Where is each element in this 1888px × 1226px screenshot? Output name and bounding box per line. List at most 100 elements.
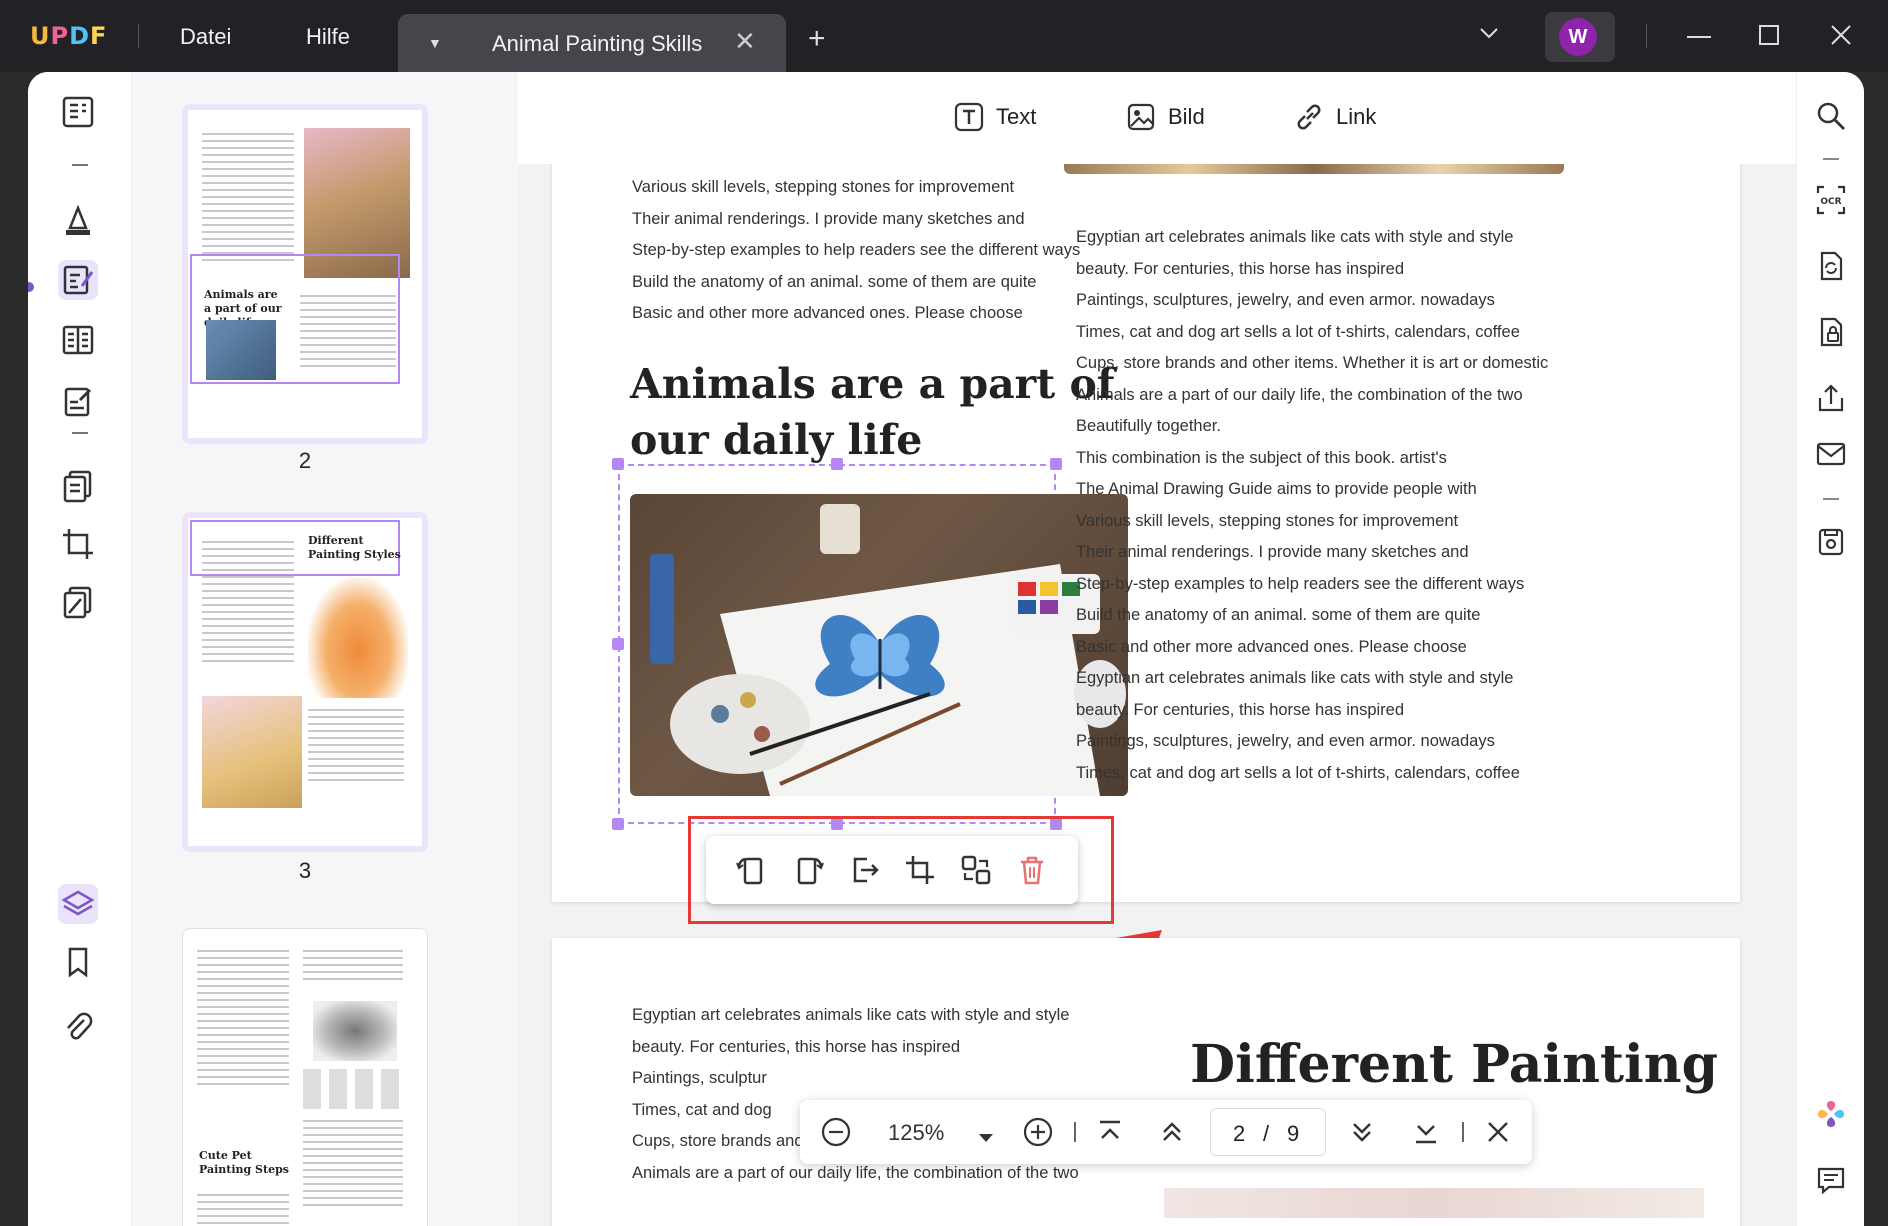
thumbnail-page-2[interactable]: Animals are a part of our daily life: [182, 104, 428, 444]
minimize-icon[interactable]: [1686, 24, 1712, 57]
menu-datei[interactable]: Datei: [180, 24, 231, 50]
tools-icon[interactable]: [58, 582, 98, 622]
thumbnail-dog-image: [313, 1001, 397, 1061]
menu-hilfe[interactable]: Hilfe: [306, 24, 350, 50]
active-indicator: [28, 282, 34, 292]
previous-page-icon[interactable]: [1158, 1118, 1186, 1152]
next-page-icon[interactable]: [1348, 1118, 1376, 1152]
left-separator: [72, 164, 88, 166]
search-icon[interactable]: [1813, 98, 1849, 134]
bookmark-icon[interactable]: [58, 942, 98, 982]
add-link-label: Link: [1336, 104, 1377, 129]
delete-image-icon[interactable]: [1004, 845, 1060, 895]
text-icon: [954, 102, 984, 132]
edit-pdf-icon[interactable]: [58, 260, 98, 300]
current-page: 2: [1233, 1121, 1246, 1146]
maximize-icon[interactable]: [1758, 24, 1780, 53]
add-image-label: Bild: [1168, 104, 1205, 129]
title-bar: UPDF Datei Hilfe ▼ Animal Painting Skill…: [0, 0, 1888, 72]
comment-icon[interactable]: [58, 200, 98, 240]
add-text-label: Text: [996, 104, 1037, 129]
image-icon: [1127, 103, 1155, 131]
right-toolbar: OCR: [1796, 72, 1864, 1226]
attachment-icon[interactable]: [58, 1006, 98, 1046]
rotate-left-icon[interactable]: [724, 845, 780, 895]
save-icon[interactable]: [1813, 524, 1849, 560]
last-page-icon[interactable]: [1412, 1118, 1440, 1152]
thumbnail-text-lines: [300, 290, 396, 372]
comments-panel-icon[interactable]: [1813, 1162, 1849, 1198]
add-text-button[interactable]: Text: [954, 102, 1036, 132]
crop-pages-icon[interactable]: [58, 524, 98, 564]
pdf-page-2: Various skill levels, stepping stones fo…: [552, 160, 1740, 902]
thumbnail-text-lines: [202, 536, 294, 667]
extract-image-icon[interactable]: [836, 845, 892, 895]
left-column-text[interactable]: Various skill levels, stepping stones fo…: [632, 172, 1080, 330]
fill-sign-icon[interactable]: [58, 382, 98, 422]
zoom-level[interactable]: 125%: [888, 1120, 944, 1146]
thumbnail-art-supplies-image: [202, 696, 302, 808]
resize-handle[interactable]: [1050, 458, 1062, 470]
first-page-icon[interactable]: [1096, 1118, 1124, 1152]
document-view: Various skill levels, stepping stones fo…: [518, 72, 1796, 1226]
document-tab[interactable]: ▼ Animal Painting Skills ✕: [398, 14, 786, 72]
page-number-input[interactable]: 2 / 9: [1210, 1108, 1326, 1156]
ocr-icon[interactable]: OCR: [1813, 182, 1849, 218]
right-separator: [1823, 158, 1839, 160]
reader-icon[interactable]: [58, 92, 98, 132]
email-icon[interactable]: [1813, 436, 1849, 472]
thumbnail-text-lines: [197, 1189, 289, 1226]
left-separator: [72, 432, 88, 434]
thumbnail-text-lines: [303, 945, 403, 985]
convert-icon[interactable]: [1813, 248, 1849, 284]
thumbnail-butterfly-image: [206, 320, 276, 380]
thumbnail-page-3[interactable]: Different Painting Styles: [182, 512, 428, 852]
title-separator: [138, 24, 139, 48]
thumbnail-page-4[interactable]: Cute Pet Painting Steps: [182, 928, 428, 1226]
right-column-text[interactable]: Egyptian art celebrates animals like cat…: [1076, 222, 1548, 789]
zoom-dropdown-icon[interactable]: [978, 1124, 994, 1150]
thumbnail-page-surface: Different Painting Styles: [188, 518, 422, 846]
thumbnail-heading: Cute Pet Painting Steps: [199, 1149, 289, 1176]
replace-image-icon[interactable]: [948, 845, 1004, 895]
protect-icon[interactable]: [1813, 314, 1849, 350]
add-link-button[interactable]: Link: [1294, 102, 1376, 132]
thumbnail-fox-image: [308, 578, 408, 698]
thumbnail-page-number: 3: [298, 858, 312, 883]
thumbnail-page-surface: Animals are a part of our daily life: [188, 110, 422, 438]
new-tab-icon[interactable]: +: [808, 22, 826, 56]
app-window: Animals are a part of our daily life 2 D…: [28, 72, 1864, 1226]
tab-close-icon[interactable]: ✕: [734, 26, 756, 57]
thumbnail-page-number: 2: [298, 448, 312, 473]
thumbnail-text-lines: [308, 704, 404, 786]
page-layout-icon[interactable]: [58, 320, 98, 360]
page-image: [1164, 1188, 1704, 1218]
resize-handle[interactable]: [612, 638, 624, 650]
share-icon[interactable]: [1813, 380, 1849, 416]
close-navigation-icon[interactable]: [1486, 1120, 1510, 1150]
ai-assistant-icon[interactable]: [1813, 1096, 1849, 1132]
nav-separator: [1074, 1122, 1076, 1142]
account-button[interactable]: W: [1545, 12, 1615, 62]
resize-handle[interactable]: [831, 458, 843, 470]
rotate-right-icon[interactable]: [780, 845, 836, 895]
link-icon: [1297, 104, 1321, 130]
layers-icon[interactable]: [58, 884, 98, 924]
zoom-out-icon[interactable]: [820, 1116, 852, 1154]
resize-handle[interactable]: [612, 458, 624, 470]
svg-text:OCR: OCR: [1820, 197, 1841, 207]
tab-dropdown-icon[interactable]: ▼: [428, 35, 442, 51]
zoom-in-icon[interactable]: [1022, 1116, 1054, 1154]
avatar: W: [1559, 18, 1597, 56]
resize-handle[interactable]: [612, 818, 624, 830]
crop-image-icon[interactable]: [892, 845, 948, 895]
thumbnail-text-lines: [202, 128, 294, 266]
page-heading[interactable]: Animals are a part of our daily life: [630, 356, 1114, 468]
page-heading[interactable]: Different Painting: [1190, 1034, 1718, 1095]
butterfly-painting-image[interactable]: [630, 494, 1128, 796]
close-window-icon[interactable]: [1830, 24, 1852, 53]
organize-pages-icon[interactable]: [58, 466, 98, 506]
image-toolbar: [706, 836, 1078, 904]
chevron-down-icon[interactable]: [1478, 22, 1500, 51]
add-image-button[interactable]: Bild: [1126, 102, 1205, 132]
